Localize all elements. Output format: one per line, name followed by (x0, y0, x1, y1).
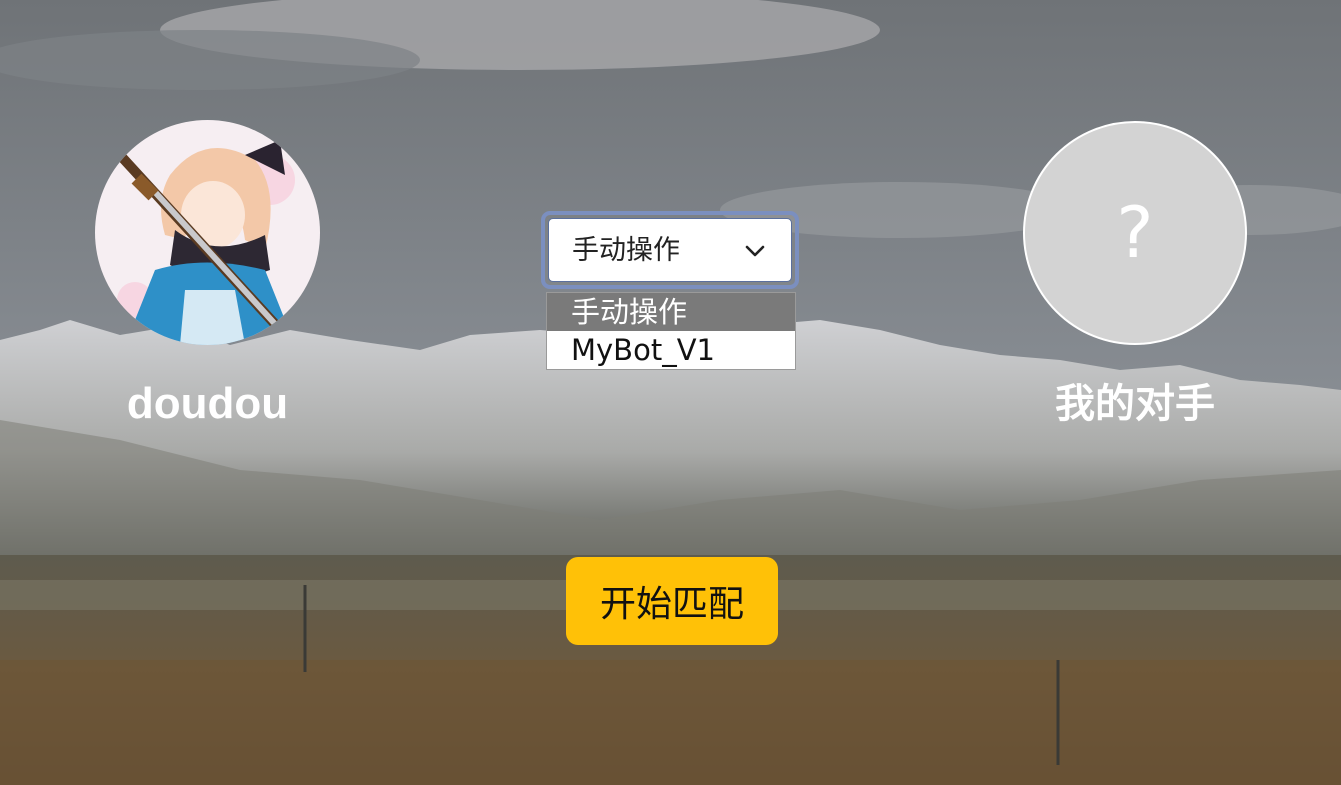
bot-select-box[interactable]: 手动操作 (548, 218, 792, 282)
player-avatar (95, 120, 320, 345)
chevron-down-icon (745, 245, 765, 257)
anime-character-avatar-icon (95, 120, 320, 345)
bot-select-value: 手动操作 (572, 235, 680, 266)
question-mark-icon: ? (1116, 192, 1154, 274)
bot-select-dropdown: 手动操作 MyBot_V1 (546, 292, 796, 370)
match-page: doudou 手动操作 手动操作 MyBot_V1 ? 我的对手 开始匹配 (0, 0, 1341, 785)
opponent-avatar: ? (1023, 121, 1247, 345)
dropdown-option-manual[interactable]: 手动操作 (547, 293, 795, 331)
opponent-name: 我的对手 (1055, 381, 1215, 427)
bot-select[interactable]: 手动操作 (541, 211, 799, 289)
player-name: doudou (126, 379, 289, 428)
dropdown-option-mybot[interactable]: MyBot_V1 (547, 331, 795, 369)
start-match-button[interactable]: 开始匹配 (566, 557, 778, 645)
